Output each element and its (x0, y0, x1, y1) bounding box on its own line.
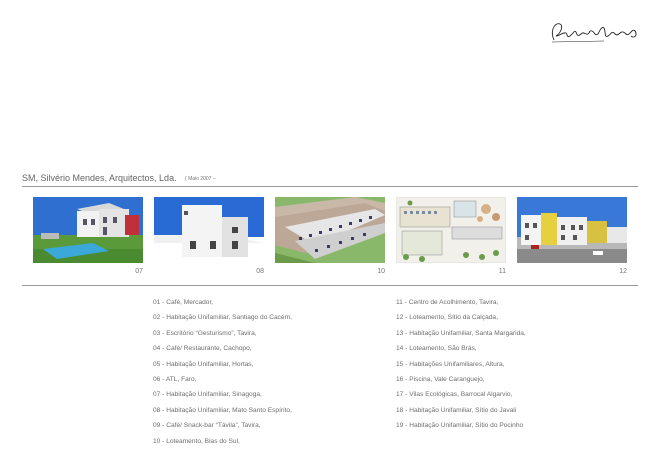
project-item[interactable]: 01 - Café, Mercador, (153, 295, 292, 310)
thumbnail-number-11: 11 (498, 268, 506, 275)
project-item[interactable]: 17 - Vilas Ecológicas, Barrocal Algarvio… (396, 387, 526, 402)
project-list-right: 11 - Centro de Acolhimento, Tavira, 12 -… (396, 295, 526, 434)
project-item[interactable]: 11 - Centro de Acolhimento, Tavira, (396, 295, 526, 310)
thumbnail-number-10: 10 (377, 268, 385, 275)
project-thumbnail-11[interactable] (396, 197, 506, 263)
project-thumbnail-07[interactable] (33, 197, 143, 263)
date-label: ( Maio 2007 – (185, 176, 216, 182)
header: SM, Silvério Mendes, Arquitectos, Lda. (… (22, 168, 216, 186)
project-item[interactable]: 07 - Habitação Unifamiliar, Sinagoga, (153, 387, 292, 402)
project-item[interactable]: 18 - Habitação Unifamiliar, Sítio do Jav… (396, 403, 526, 418)
thumbnail-number-07: 07 (135, 268, 143, 275)
project-item[interactable]: 16 - Piscina, Vale Caranguejo, (396, 372, 526, 387)
thumbnail-number-12: 12 (619, 268, 627, 275)
project-thumbnail-08[interactable] (154, 197, 264, 263)
project-list-left: 01 - Café, Mercador, 02 - Habitação Unif… (153, 295, 292, 449)
project-item[interactable]: 03 - Escritório “Gesturismo”, Tavira, (153, 326, 292, 341)
project-item[interactable]: 12 - Loteamento, Sítio da Calçada, (396, 310, 526, 325)
project-thumbnail-12[interactable] (517, 197, 627, 263)
project-item[interactable]: 02 - Habitação Unifamiliar, Santiago do … (153, 310, 292, 325)
project-item[interactable]: 19 - Habitação Unifamiliar, Sítio do Poc… (396, 418, 526, 433)
project-item[interactable]: 14 - Loteamento, São Brás, (396, 341, 526, 356)
company-title: SM, Silvério Mendes, Arquitectos, Lda. (22, 173, 177, 183)
project-item[interactable]: 09 - Café/ Snack-bar “Távila”, Tavira, (153, 418, 292, 433)
top-divider (22, 186, 638, 187)
project-item[interactable]: 13 - Habitação Unifamiliar, Santa Margar… (396, 326, 526, 341)
thumbnail-number-08: 08 (256, 268, 264, 275)
project-thumbnail-10[interactable] (275, 197, 385, 263)
bottom-divider (22, 285, 638, 286)
project-item[interactable]: 10 - Loteamento, Bias do Sul, (153, 434, 292, 449)
project-item[interactable]: 15 - Habitações Unifamiliares, Altura, (396, 357, 526, 372)
project-item[interactable]: 04 - Café/ Restaurante, Cachopo, (153, 341, 292, 356)
project-item[interactable]: 05 - Habitação Unifamiliar, Hortas, (153, 357, 292, 372)
signature-logo (551, 23, 637, 43)
project-item[interactable]: 06 - ATL, Faro, (153, 372, 292, 387)
project-item[interactable]: 08 - Habitação Unifamiliar, Mato Santo E… (153, 403, 292, 418)
